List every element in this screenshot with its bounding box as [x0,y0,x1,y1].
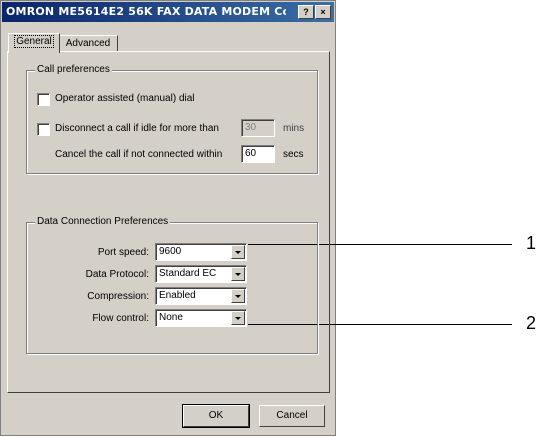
idle-minutes-field[interactable]: 30 [241,119,275,137]
help-button[interactable]: ? [298,5,314,19]
modem-properties-dialog: OMRON ME5614E2 56K FAX DATA MODEM Conn..… [0,0,336,436]
disconnect-idle-checkbox[interactable] [37,123,50,136]
data-connection-group: Data Connection Preferences Port speed: … [26,216,318,354]
data-protocol-label: Data Protocol: [85,269,149,280]
cancel-call-seconds-field[interactable]: 60 [241,145,275,163]
flow-control-select[interactable]: None [155,309,247,327]
data-connection-label: Data Connection Preferences [35,216,171,227]
flow-control-label: Flow control: [92,313,149,324]
title-bar: OMRON ME5614E2 56K FAX DATA MODEM Conn..… [2,2,334,22]
flow-control-value: None [159,312,183,323]
chevron-down-icon[interactable] [231,267,245,281]
data-protocol-value: Standard EC [159,268,217,279]
cancel-call-seconds-unit: secs [283,149,304,160]
cancel-button[interactable]: Cancel [259,405,325,427]
tab-general[interactable]: General [8,33,60,53]
chevron-down-icon[interactable] [231,289,245,303]
compression-label: Compression: [87,291,149,302]
operator-assisted-checkbox[interactable] [37,93,50,106]
callout-number-1: 1 [526,233,537,253]
compression-value: Enabled [159,290,196,301]
callout-number-2: 2 [526,313,537,333]
port-speed-label: Port speed: [97,247,149,258]
chevron-down-icon[interactable] [231,245,245,259]
close-button[interactable]: × [315,5,331,19]
idle-minutes-unit: mins [283,123,305,134]
call-preferences-label: Call preferences [35,64,112,75]
tab-general-label: General [14,35,54,48]
port-speed-value: 9600 [159,246,182,257]
call-preferences-group: Call preferences Operator assisted (manu… [26,64,318,174]
general-tab-panel: Call preferences Operator assisted (manu… [7,51,330,393]
cancel-call-label: Cancel the call if not connected within [55,149,223,160]
tab-advanced[interactable]: Advanced [58,35,118,52]
disconnect-idle-label: Disconnect a call if idle for more than [55,123,219,134]
data-protocol-select[interactable]: Standard EC [155,265,247,283]
compression-select[interactable]: Enabled [155,287,247,305]
operator-assisted-label: Operator assisted (manual) dial [55,93,195,104]
tab-advanced-label: Advanced [65,38,111,49]
window-title: OMRON ME5614E2 56K FAX DATA MODEM Conn..… [6,5,286,18]
ok-button[interactable]: OK [182,404,250,428]
chevron-down-icon[interactable] [231,311,245,325]
port-speed-select[interactable]: 9600 [155,243,247,261]
